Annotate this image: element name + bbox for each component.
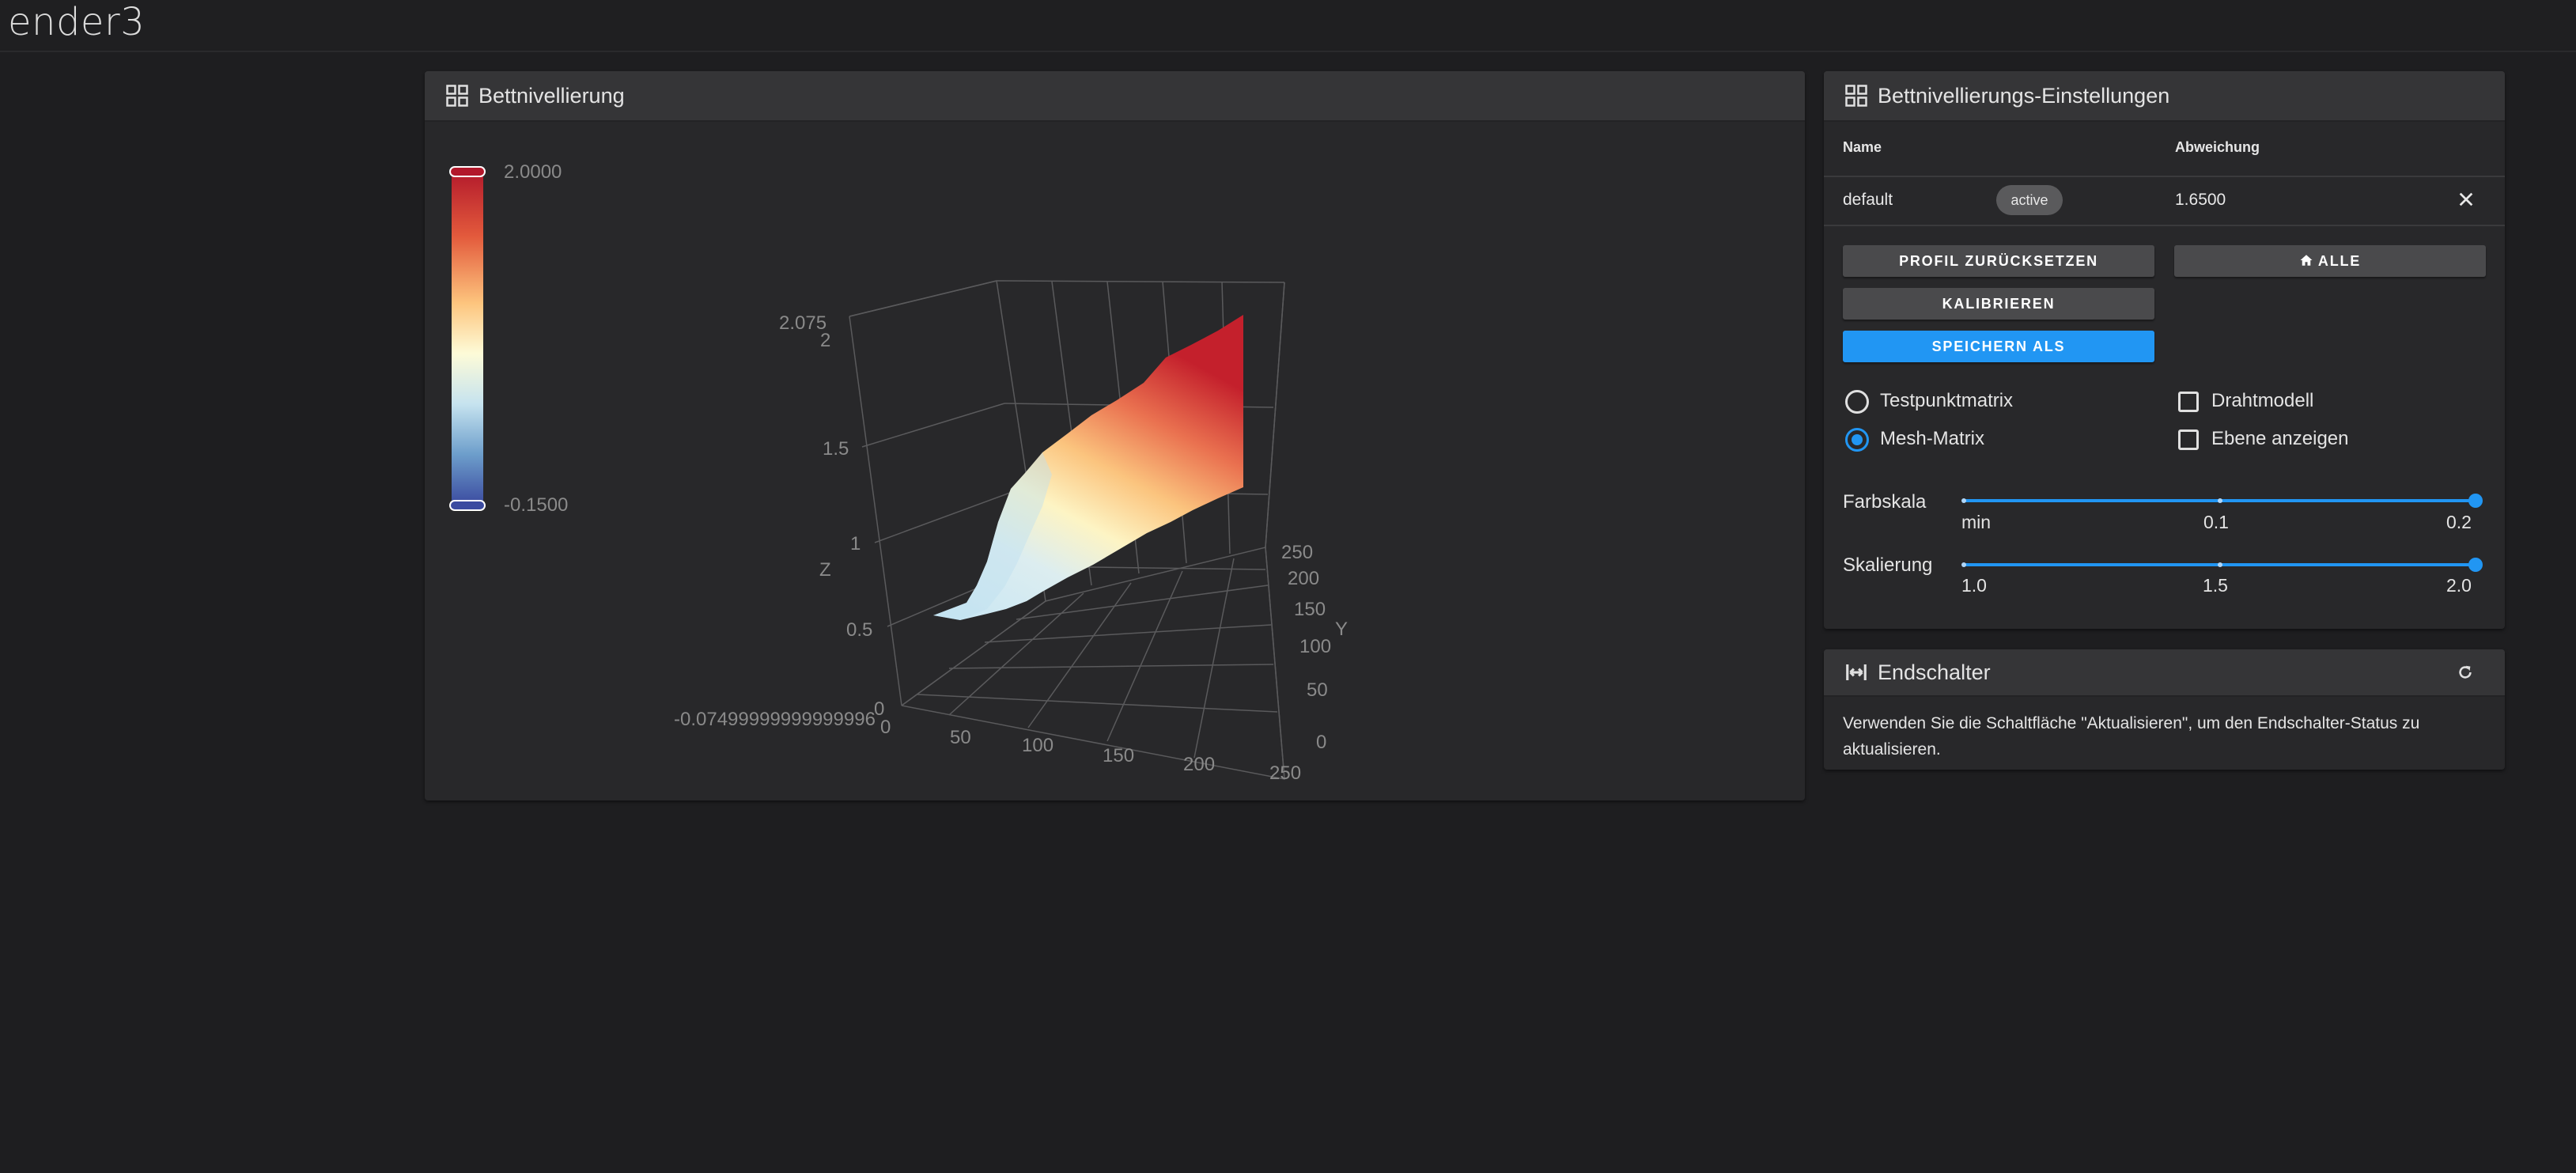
slider-tick	[2218, 498, 2222, 503]
show-plane-label[interactable]: Ebene anzeigen	[2211, 428, 2348, 450]
slider-tick-label: 1.0	[1961, 575, 1987, 596]
home-icon	[2300, 255, 2313, 266]
table-header-name: Name	[1843, 139, 1882, 155]
x-tick: 50	[950, 727, 971, 748]
scaling-label: Skalierung	[1843, 554, 1933, 576]
calibrate-button[interactable]: KALIBRIEREN	[1843, 288, 2154, 320]
mesh-matrix-radio[interactable]	[1845, 428, 1869, 452]
z-tick: 2	[820, 330, 830, 351]
y-tick: 50	[1307, 679, 1328, 701]
y-tick: 200	[1288, 568, 1319, 589]
home-all-button[interactable]: ALLE	[2174, 245, 2486, 277]
x-tick: 100	[1022, 735, 1053, 756]
z-tick: 1.5	[823, 438, 849, 460]
slider-tick	[2218, 562, 2222, 567]
y-axis-ticks: 250 200 150 100 50 0	[1281, 542, 1331, 753]
table-header-deviation: Abweichung	[2175, 139, 2260, 155]
close-icon[interactable]	[2457, 191, 2475, 208]
profile-deviation: 1.6500	[2175, 191, 2226, 209]
bed-mesh-card: Bettnivellierung 2.0000 -0.1500 2.075 2 …	[425, 71, 1805, 800]
colorscale-max-handle[interactable]	[449, 166, 486, 177]
colorscale-max-label: 2.0000	[504, 161, 562, 183]
z-tick: 1	[850, 533, 861, 554]
mesh-settings-title: Bettnivellierungs-Einstellungen	[1878, 83, 2170, 108]
probe-matrix-radio[interactable]	[1845, 390, 1869, 414]
x-tick: 250	[1269, 762, 1301, 784]
slider-tick	[1961, 562, 1966, 567]
mesh-3d-plot[interactable]: 2.0000 -0.1500 2.075 2 1.5 1 0.5 0 -0.07…	[425, 122, 1805, 800]
endstops-title: Endschalter	[1878, 660, 1991, 684]
refresh-icon[interactable]	[2457, 664, 2474, 681]
z-tick: -0.07499999999999996	[674, 709, 876, 730]
slider-tick	[1961, 498, 1966, 503]
slider-tick-label: 0.1	[2203, 512, 2229, 532]
z-tick: 0.5	[846, 619, 872, 641]
mesh-surface	[933, 315, 1243, 620]
app-title: ender3	[8, 0, 146, 44]
home-all-label: ALLE	[2317, 253, 2362, 269]
wireframe-label[interactable]: Drahtmodell	[2211, 390, 2313, 412]
mesh-matrix-label[interactable]: Mesh-Matrix	[1880, 428, 1984, 450]
bed-mesh-title: Bettnivellierung	[479, 83, 625, 108]
reset-profile-button[interactable]: PROFIL ZURÜCKSETZEN	[1843, 245, 2154, 277]
bed-mesh-card-header: Bettnivellierung	[425, 71, 1805, 122]
endstops-message: Verwenden Sie die Schaltfläche "Aktualis…	[1843, 714, 2420, 759]
z-axis-ticks: 2.075 2 1.5 1 0.5 0 -0.07499999999999996	[674, 312, 884, 730]
x-axis-ticks: 0 50 100 150 200 250	[880, 717, 1301, 784]
y-tick: 0	[1316, 732, 1326, 753]
table-divider	[1824, 225, 2505, 226]
y-tick: 250	[1281, 542, 1313, 563]
colorscale-min-label: -0.1500	[504, 494, 568, 516]
colorscale-min-handle[interactable]	[449, 500, 486, 511]
probe-matrix-label[interactable]: Testpunktmatrix	[1880, 390, 2013, 412]
color-scale-label: Farbskala	[1843, 491, 1927, 513]
wireframe-checkbox[interactable]	[2178, 392, 2199, 412]
y-axis-label: Y	[1335, 619, 1348, 640]
y-tick: 100	[1299, 636, 1331, 657]
top-app-bar: ender3	[0, 0, 2576, 52]
colorscale-bar	[452, 169, 483, 505]
slider-tick-label: 1.5	[2203, 575, 2228, 596]
x-tick: 150	[1103, 745, 1134, 766]
arrow-expand-horizontal-icon	[1846, 664, 1867, 680]
save-as-button[interactable]: SPEICHERN ALS	[1843, 331, 2154, 362]
x-tick: 200	[1183, 754, 1215, 775]
profile-name[interactable]: default	[1843, 191, 1893, 210]
x-tick: 0	[880, 717, 891, 738]
z-axis-label: Z	[819, 559, 831, 581]
y-tick: 150	[1294, 599, 1326, 620]
show-plane-checkbox[interactable]	[2178, 429, 2199, 450]
endstops-card-header: Endschalter	[1824, 649, 2505, 697]
grid-icon	[446, 85, 468, 107]
grid-icon	[1845, 85, 1867, 107]
slider-tick-label: 2.0	[2446, 575, 2472, 596]
slider-tick-label: min	[1961, 512, 1992, 532]
color-scale-thumb[interactable]	[2468, 494, 2483, 508]
table-divider	[1824, 176, 2505, 177]
slider-tick-label: 0.2	[2446, 512, 2472, 532]
mesh-settings-card-header: Bettnivellierungs-Einstellungen	[1824, 71, 2505, 122]
status-badge: active	[1996, 185, 2063, 215]
scaling-thumb[interactable]	[2468, 558, 2483, 572]
